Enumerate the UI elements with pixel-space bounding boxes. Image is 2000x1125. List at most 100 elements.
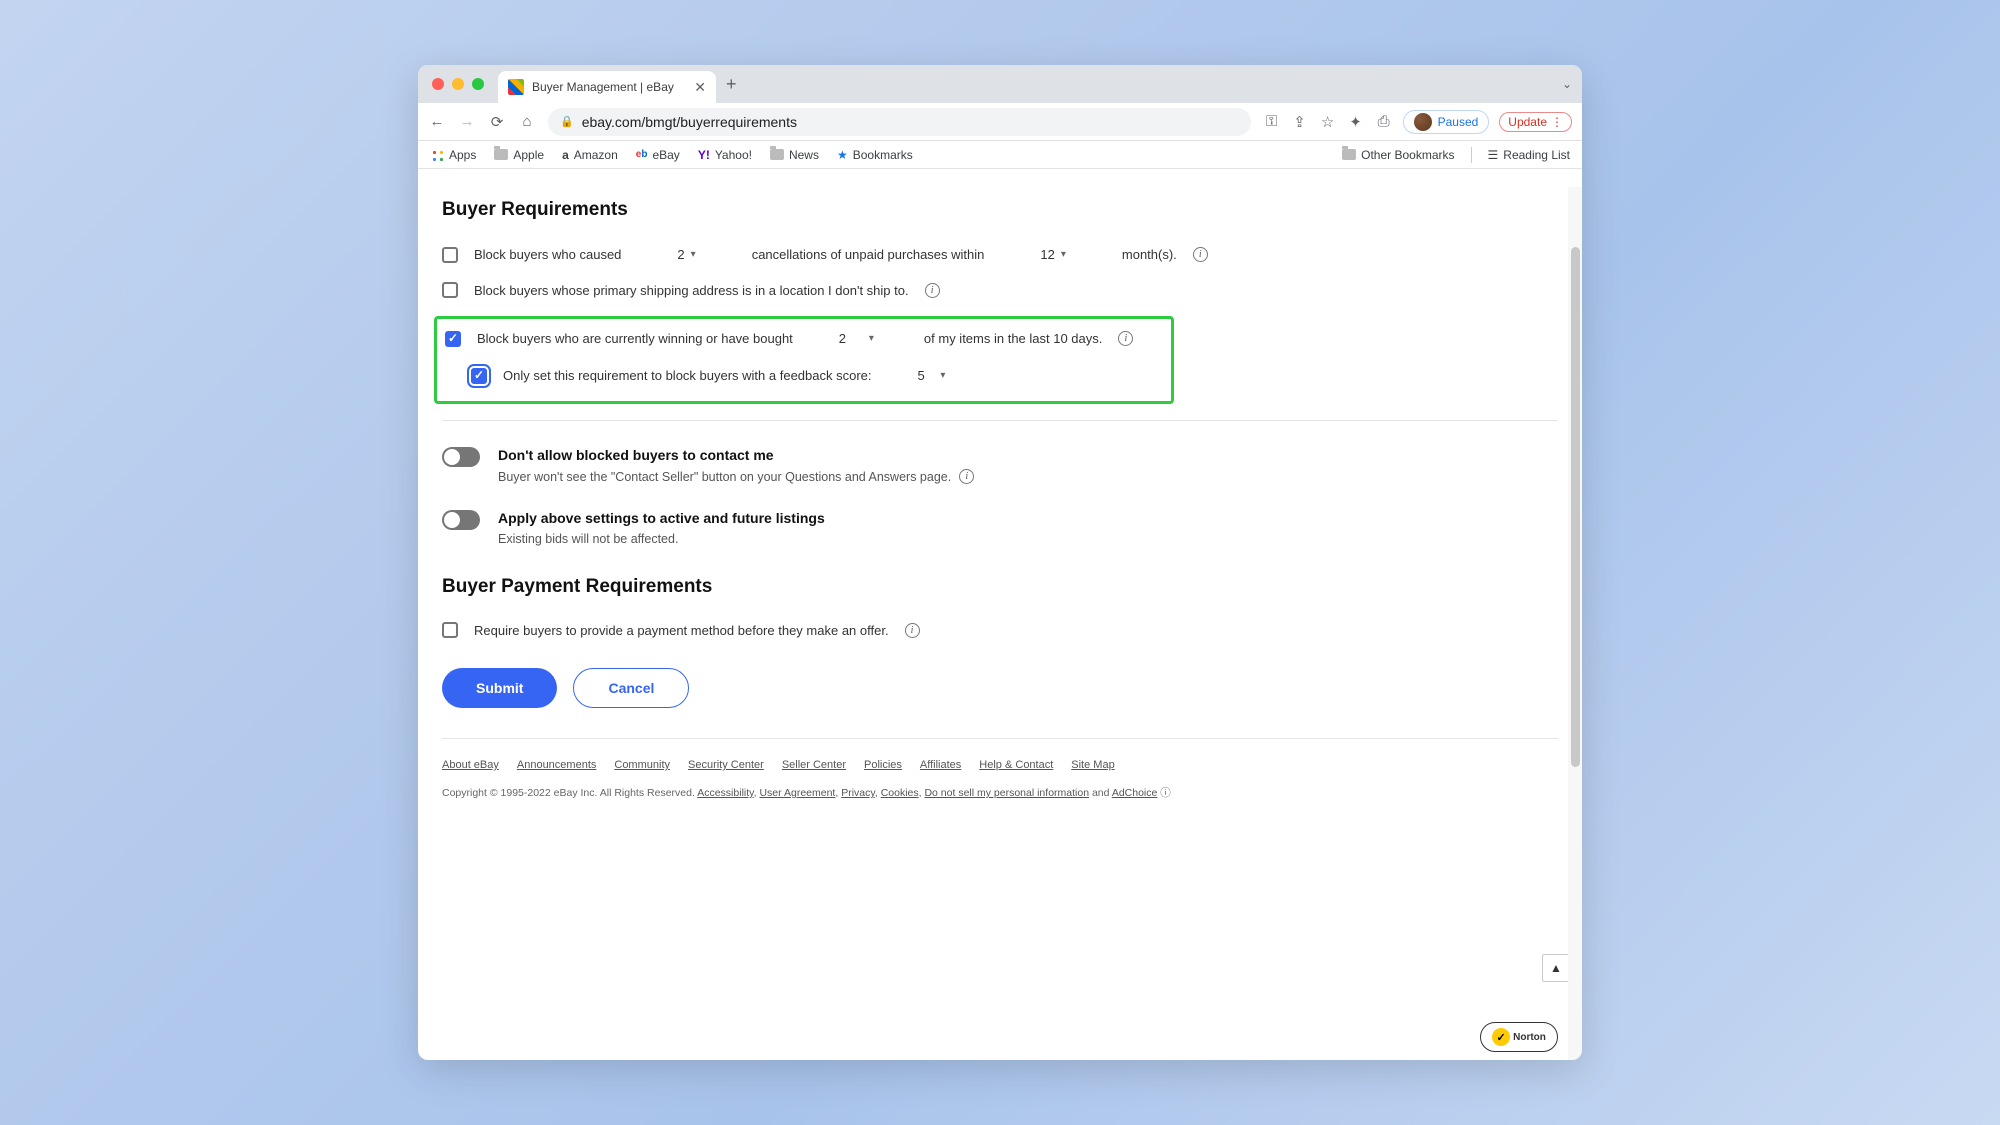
bookmark-reading-list[interactable]: ☰Reading List [1488,148,1570,162]
footer-legal-link[interactable]: Do not sell my personal information [924,787,1089,799]
info-icon[interactable]: i [925,283,940,298]
reload-button[interactable]: ⟳ [488,113,506,131]
share-icon[interactable]: ⇪ [1291,113,1309,131]
toggle-block-contact[interactable] [442,447,480,467]
bookmark-ebay[interactable]: ebeBay [636,148,680,162]
close-tab-icon[interactable]: ✕ [694,79,706,96]
yahoo-icon: Y! [698,148,710,162]
toolbar: ← → ⟳ ⌂ 🔒 ebay.com/bmgt/buyerrequirement… [418,103,1582,141]
bookmark-bookmarks[interactable]: ★Bookmarks [837,148,913,162]
tabs-menu-icon[interactable]: ⌄ [1562,77,1572,91]
checkbox-item-limit[interactable] [445,331,461,347]
window-controls [432,78,484,90]
list-icon: ☰ [1488,148,1499,162]
footer-link[interactable]: About eBay [442,759,499,771]
toggle-desc: Buyer won't see the "Contact Seller" but… [498,470,951,484]
label: Only set this requirement to block buyer… [503,368,872,383]
norton-badge[interactable]: Norton [1480,1022,1558,1052]
update-button[interactable]: Update ⋮ [1499,112,1572,132]
url-bar[interactable]: 🔒 ebay.com/bmgt/buyerrequirements [548,108,1251,136]
submit-button[interactable]: Submit [442,668,557,708]
forward-button[interactable]: → [458,113,476,130]
label: Block buyers who caused [474,247,621,262]
checkbox-shipping[interactable] [442,282,458,298]
heading-buyer-requirements: Buyer Requirements [442,199,1558,221]
footer-link[interactable]: Policies [864,759,902,771]
label: Block buyers whose primary shipping addr… [474,283,909,298]
footer-legal-link[interactable]: User Agreement [759,787,835,799]
bookmark-news[interactable]: News [770,148,819,162]
row-block-contact: Don't allow blocked buyers to contact me… [442,447,1558,484]
footer-link[interactable]: Seller Center [782,759,846,771]
label: Require buyers to provide a payment meth… [474,623,889,638]
folder-icon [770,149,784,160]
row-feedback-score: Only set this requirement to block buyer… [471,366,1163,385]
footer-legal-link[interactable]: Accessibility [697,787,753,799]
row-item-limit: Block buyers who are currently winning o… [445,329,1163,348]
info-icon[interactable]: i [1193,247,1208,262]
heading-payment-requirements: Buyer Payment Requirements [442,576,1558,598]
profile-status: Paused [1438,115,1479,129]
scroll-to-top-button[interactable]: ▲ [1542,954,1570,982]
footer-link[interactable]: Announcements [517,759,597,771]
chevron-down-icon: ▾ [869,333,874,344]
bookmark-apps[interactable]: Apps [430,148,476,162]
footer-link[interactable]: Community [614,759,670,771]
info-icon[interactable]: i [1118,331,1133,346]
footer: About eBay Announcements Community Secur… [442,738,1558,808]
star-icon: ★ [837,148,848,162]
row-payment-method: Require buyers to provide a payment meth… [442,622,1558,638]
row-shipping-location: Block buyers whose primary shipping addr… [442,282,1558,298]
tab-bar: Buyer Management | eBay ✕ + ⌄ [418,65,1582,103]
checkbox-unpaid[interactable] [442,247,458,263]
footer-link[interactable]: Affiliates [920,759,961,771]
checkbox-payment-method[interactable] [442,622,458,638]
row-apply-active: Apply above settings to active and futur… [442,510,1558,546]
browser-window: Buyer Management | eBay ✕ + ⌄ ← → ⟳ ⌂ 🔒 … [418,65,1582,1060]
extensions-icon[interactable]: ✦ [1347,113,1365,131]
folder-icon [1342,149,1356,160]
chevron-down-icon: ▾ [691,249,696,260]
footer-legal-link[interactable]: AdChoice [1112,787,1158,799]
home-button[interactable]: ⌂ [518,113,536,130]
footer-legal-link[interactable]: Cookies [881,787,919,799]
minimize-window-button[interactable] [452,78,464,90]
select-item-count[interactable]: 2 ▾ [835,329,878,348]
select-feedback-score[interactable]: 5 ▾ [914,366,950,385]
select-cancellation-count[interactable]: 2▾ [673,245,699,264]
close-window-button[interactable] [432,78,444,90]
lock-icon: 🔒 [560,115,574,128]
browser-tab[interactable]: Buyer Management | eBay ✕ [498,71,716,103]
amazon-icon: a [562,148,569,162]
footer-legal-link[interactable]: Privacy [841,787,875,799]
select-months[interactable]: 12▾ [1036,245,1070,264]
star-icon[interactable]: ☆ [1319,113,1337,131]
cast-icon[interactable]: ⎙ [1375,113,1393,130]
footer-link[interactable]: Site Map [1071,759,1114,771]
maximize-window-button[interactable] [472,78,484,90]
info-icon[interactable]: i [959,469,974,484]
avatar-icon [1414,113,1432,131]
profile-button[interactable]: Paused [1403,110,1490,134]
cancel-button[interactable]: Cancel [573,668,689,708]
update-label: Update [1508,115,1547,129]
url-text: ebay.com/bmgt/buyerrequirements [582,114,797,130]
bookmark-amazon[interactable]: aAmazon [562,148,618,162]
footer-link[interactable]: Security Center [688,759,764,771]
key-icon[interactable]: ⚿ [1263,113,1281,130]
bookmarks-bar: Apps Apple aAmazon ebeBay Y!Yahoo! News … [418,141,1582,169]
scrollbar-thumb[interactable] [1571,247,1580,767]
bookmark-yahoo[interactable]: Y!Yahoo! [698,148,752,162]
apps-icon [430,148,444,162]
bookmark-other[interactable]: Other Bookmarks [1342,148,1454,162]
bookmark-apple[interactable]: Apple [494,148,544,162]
info-icon[interactable]: i [905,623,920,638]
footer-links: About eBay Announcements Community Secur… [442,759,1558,771]
footer-link[interactable]: Help & Contact [979,759,1053,771]
kebab-icon: ⋮ [1551,115,1563,129]
button-row: Submit Cancel [442,668,1558,708]
new-tab-button[interactable]: + [726,74,737,95]
toggle-apply-active[interactable] [442,510,480,530]
back-button[interactable]: ← [428,113,446,130]
checkbox-feedback-score[interactable] [471,368,487,384]
